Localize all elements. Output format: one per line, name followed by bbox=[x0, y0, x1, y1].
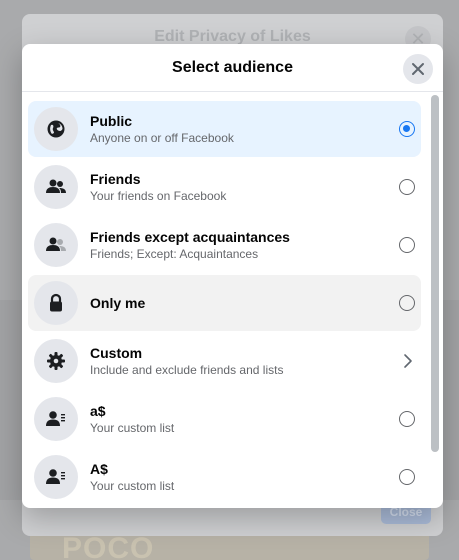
close-button[interactable] bbox=[403, 54, 433, 84]
audience-option-custom-list-A[interactable]: A$ Your custom list bbox=[28, 449, 421, 505]
close-icon bbox=[412, 63, 424, 75]
custom-list-A-radio[interactable] bbox=[399, 469, 415, 485]
gear-icon bbox=[34, 339, 78, 383]
chevron-right-icon bbox=[404, 354, 412, 368]
option-subtitle: Your friends on Facebook bbox=[90, 189, 227, 203]
custom-list-icon bbox=[34, 397, 78, 441]
audience-option-friends-except[interactable]: Friends except acquaintances Friends; Ex… bbox=[28, 217, 421, 273]
option-subtitle: Anyone on or off Facebook bbox=[90, 131, 234, 145]
friends-icon bbox=[34, 165, 78, 209]
globe-icon bbox=[34, 107, 78, 151]
option-title: Friends except acquaintances bbox=[90, 229, 290, 245]
dialog-title: Select audience bbox=[172, 58, 293, 76]
option-subtitle: Friends; Except: Acquaintances bbox=[90, 247, 259, 261]
option-title: A$ bbox=[90, 461, 108, 477]
option-title: Only me bbox=[90, 295, 146, 311]
option-subtitle: Include and exclude friends and lists bbox=[90, 363, 284, 377]
audience-list[interactable]: Public Anyone on or off Facebook Friends… bbox=[22, 93, 443, 508]
friends-except-radio[interactable] bbox=[399, 237, 415, 253]
audience-option-friends[interactable]: Friends Your friends on Facebook bbox=[28, 159, 421, 215]
friends-radio[interactable] bbox=[399, 179, 415, 195]
lock-icon bbox=[34, 281, 78, 325]
background-banner-text: POCO bbox=[62, 532, 155, 560]
public-radio[interactable] bbox=[399, 121, 415, 137]
audience-option-custom-list-a[interactable]: a$ Your custom list bbox=[28, 391, 421, 447]
option-title: a$ bbox=[90, 403, 106, 419]
scrollbar[interactable] bbox=[431, 95, 439, 452]
audience-option-only-me[interactable]: Only me bbox=[28, 275, 421, 331]
audience-option-custom[interactable]: Custom Include and exclude friends and l… bbox=[28, 333, 421, 389]
select-audience-dialog: Select audience Public Anyone on or off … bbox=[22, 44, 443, 508]
option-title: Custom bbox=[90, 345, 143, 361]
option-title: Public bbox=[90, 113, 133, 129]
option-subtitle: Your custom list bbox=[90, 421, 175, 435]
custom-list-a-radio[interactable] bbox=[399, 411, 415, 427]
friends-except-icon bbox=[34, 223, 78, 267]
custom-list-icon bbox=[34, 455, 78, 499]
dialog-header: Select audience bbox=[22, 44, 443, 92]
option-subtitle: Your custom list bbox=[90, 479, 175, 493]
audience-option-public[interactable]: Public Anyone on or off Facebook bbox=[28, 101, 421, 157]
only-me-radio[interactable] bbox=[399, 295, 415, 311]
option-title: Friends bbox=[90, 171, 141, 187]
